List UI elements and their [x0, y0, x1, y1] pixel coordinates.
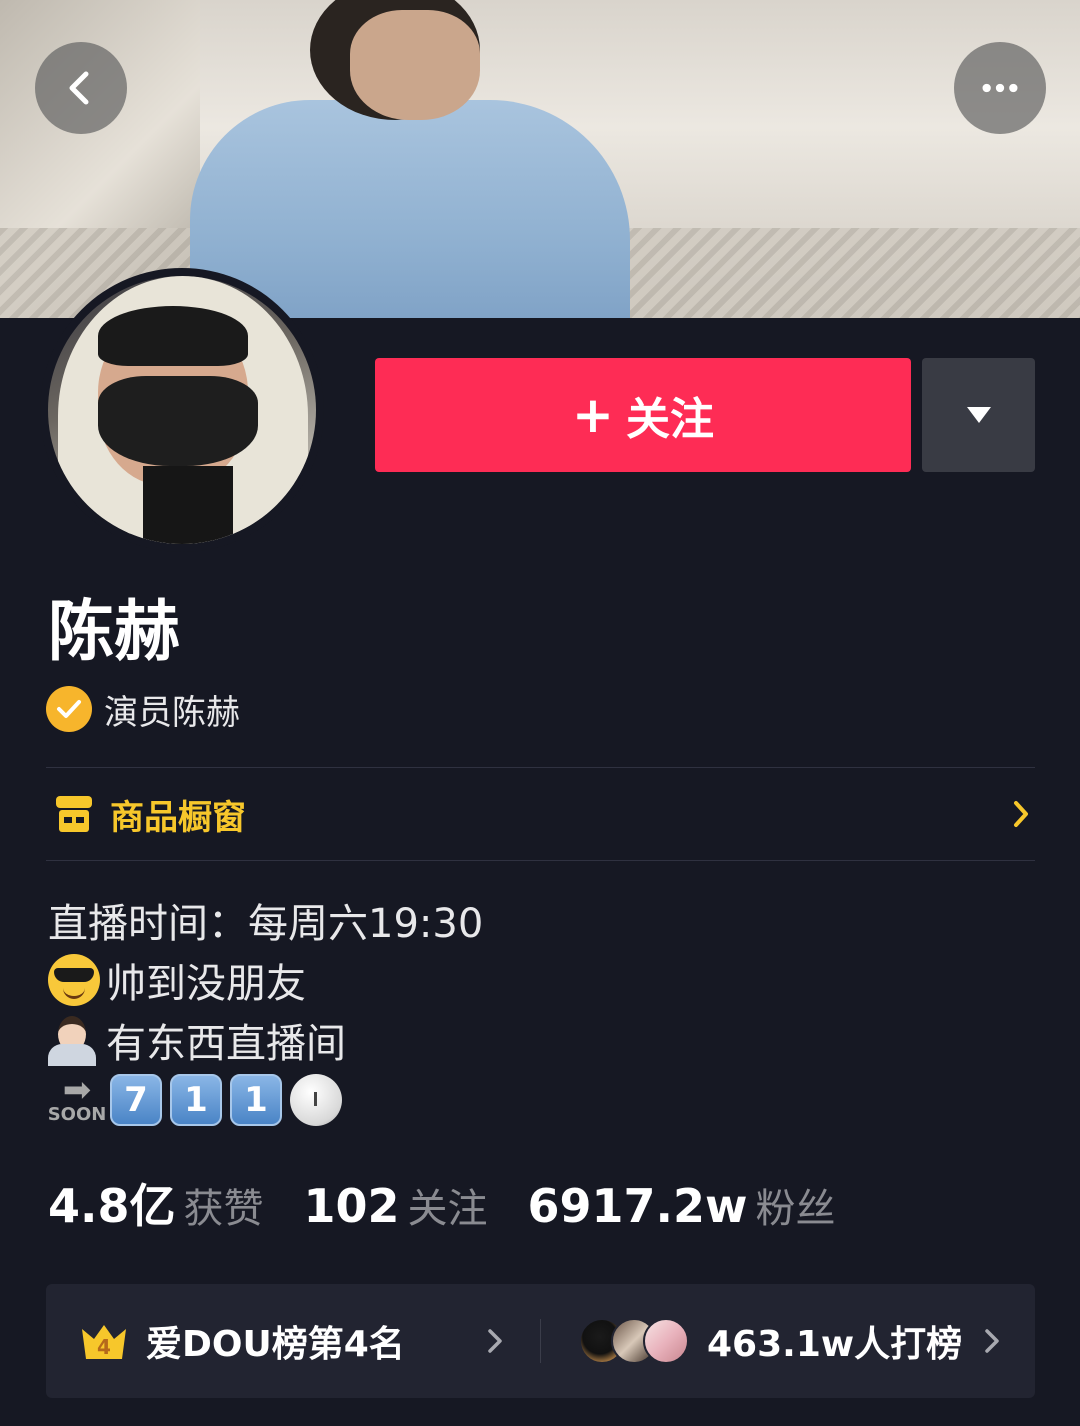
- soon-arrow-emoji-icon: ➡ SOON: [47, 1070, 107, 1125]
- more-dots-icon: [982, 83, 1018, 93]
- cover-person: [190, 0, 630, 318]
- following-count[interactable]: 102: [304, 1179, 400, 1233]
- chevron-left-icon: [69, 71, 89, 105]
- bio-line: ➡ SOON 7 1 1: [48, 1070, 483, 1130]
- keycap-emoji-icon: 7: [110, 1074, 162, 1126]
- bio-text: 帅到没朋友: [106, 961, 306, 1007]
- crown-rank-number: 4: [97, 1335, 111, 1359]
- bio-line: 帅到没朋友: [48, 950, 483, 1010]
- person-tipping-hand-emoji-icon: [48, 1014, 100, 1066]
- cover-jacket: [190, 100, 630, 318]
- profile-name: 陈赫: [48, 593, 180, 670]
- chevron-right-icon: [985, 1329, 999, 1353]
- verified-check-icon: [46, 686, 92, 732]
- supporters-label: 463.1w人打榜: [707, 1324, 963, 1365]
- idol-rank-entry[interactable]: 4 爱DOU榜第4名: [46, 1284, 540, 1398]
- chevron-right-icon: [1014, 801, 1028, 827]
- bio-text: 直播时间：每周六19:30: [48, 901, 484, 947]
- stats-row: 4.8亿 获赞 102 关注 6917.2w 粉丝: [48, 1170, 876, 1240]
- avatar-image: [48, 276, 316, 544]
- more-button[interactable]: [954, 42, 1046, 134]
- shop-window-label: 商品橱窗: [110, 797, 246, 838]
- bio: 直播时间：每周六19:30 帅到没朋友 有东西直播间 ➡ SOON 7 1 1: [48, 890, 483, 1130]
- avatar-mask: [98, 376, 258, 466]
- plus-icon: +: [572, 386, 614, 444]
- divider: [46, 860, 1035, 861]
- shop-icon: [56, 796, 92, 832]
- bio-text: 有东西直播间: [106, 1021, 346, 1067]
- bio-line: 有东西直播间: [48, 1010, 483, 1070]
- clock-emoji-icon: [290, 1074, 342, 1126]
- cover-face: [350, 10, 480, 120]
- soon-text: SOON: [47, 1104, 107, 1125]
- avatar-hair: [98, 306, 248, 366]
- avatar-shirt: [143, 466, 233, 544]
- crown-icon: 4: [80, 1321, 128, 1361]
- avatar[interactable]: [40, 268, 324, 552]
- likes-label[interactable]: 获赞: [184, 1176, 264, 1234]
- followers-count[interactable]: 6917.2w: [528, 1179, 748, 1233]
- follow-button[interactable]: + 关注: [375, 358, 911, 472]
- keycap-emoji-icon: 1: [230, 1074, 282, 1126]
- followers-label[interactable]: 粉丝: [756, 1176, 836, 1234]
- ranking-bar: 4 爱DOU榜第4名 463.1w人打榜: [46, 1284, 1035, 1398]
- verification-row: 演员陈赫: [46, 684, 240, 734]
- caret-down-icon: [966, 407, 991, 423]
- supporter-avatar: [643, 1318, 689, 1364]
- sunglasses-emoji-icon: [48, 954, 100, 1006]
- verification-label: 演员陈赫: [104, 692, 240, 733]
- chevron-right-icon: [488, 1329, 502, 1353]
- supporters-entry[interactable]: 463.1w人打榜: [541, 1284, 1035, 1398]
- keycap-emoji-icon: 1: [170, 1074, 222, 1126]
- follow-label: 关注: [625, 394, 714, 445]
- bio-line: 直播时间：每周六19:30: [48, 890, 483, 950]
- back-button[interactable]: [35, 42, 127, 134]
- shop-window-row[interactable]: 商品橱窗: [46, 768, 1035, 860]
- following-label[interactable]: 关注: [408, 1176, 488, 1234]
- recommend-dropdown-button[interactable]: [922, 358, 1035, 472]
- supporter-avatars: [579, 1318, 689, 1364]
- idol-rank-label: 爱DOU榜第4名: [146, 1324, 405, 1365]
- likes-count[interactable]: 4.8亿: [48, 1170, 176, 1236]
- right-arrow-icon: ➡: [62, 1070, 92, 1110]
